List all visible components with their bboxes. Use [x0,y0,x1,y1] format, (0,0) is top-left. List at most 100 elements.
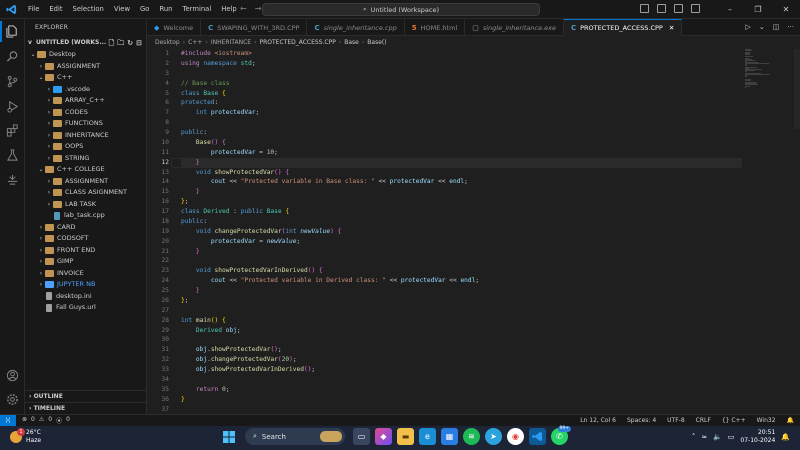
menu-help[interactable]: Help [216,0,242,19]
tree-item-label: OOPS [65,142,84,150]
tree-item[interactable]: › INVOICE [25,268,146,280]
close-tab-icon[interactable]: ✕ [669,24,674,32]
back-arrow-icon[interactable]: ← [240,4,247,13]
tree-item[interactable]: › STRING [25,153,146,165]
breadcrumb-item[interactable]: Base [344,39,359,46]
new-file-icon[interactable]: 🗋 [109,37,115,49]
tree-item[interactable]: lab_task.cpp [25,210,146,222]
spotify-icon[interactable]: ≋ [463,428,480,445]
code-editor[interactable]: 1 2 3 4 5 6 7 8 9 10 11 12 13 14 15 16 17 18 19 20 21 22 23 24 2… [147,49,800,414]
tree-item[interactable]: › .vscode [25,84,146,96]
tree-item[interactable]: ⌄ Desktop [25,49,146,61]
tree-item[interactable]: ⌄ C++ COLLEGE [25,164,146,176]
tree-item[interactable]: › GIMP [25,256,146,268]
refresh-icon[interactable]: ↻ [127,37,133,49]
clock[interactable]: 20:51 07-10-2024 [740,429,775,445]
more-actions-icon[interactable]: ··· [787,23,794,31]
breadcrumb-item[interactable]: PROTECTED_ACCESS.CPP [260,39,336,46]
testing-icon[interactable] [5,148,20,163]
tree-item[interactable]: › FUNCTIONS [25,118,146,130]
tree-item[interactable]: › OOPS [25,141,146,153]
tray-chevron-up-icon[interactable]: ˄ [692,433,696,441]
menu-file[interactable]: File [23,0,44,19]
edge-browser-icon[interactable]: e [419,428,436,445]
taskbar-search[interactable]: ⌕ Search [245,428,345,445]
outline-section[interactable]: › OUTLINE [25,390,147,402]
microsoft-store-icon[interactable]: ▦ [441,428,458,445]
weather-widget[interactable]: 1 26°C Haze [10,428,41,445]
whatsapp-icon[interactable]: ✆ 99+ [551,426,571,445]
tree-item[interactable]: › CODSOFT [25,233,146,245]
copilot-icon[interactable]: ◆ [375,428,392,445]
editor-tab[interactable]: C PROTECTED_ACCESS.CPP ✕ [563,19,683,36]
tree-item[interactable]: › INHERITANCE [25,130,146,142]
tree-item[interactable]: › CODES [25,107,146,119]
minimap[interactable] [745,49,793,89]
forward-arrow-icon[interactable]: → [255,4,262,13]
maximize-icon[interactable]: ❐ [744,0,772,19]
workspace-header[interactable]: v UNTITLED (WORKS... 🗋 🗀 ↻ ⊟ [25,37,146,49]
editor-tab[interactable]: ▢ single_inheritance.exe [465,19,564,36]
tree-item[interactable]: › CLASS ASIGNMENT [25,187,146,199]
chevron-down-icon[interactable]: ⌄ [759,23,765,31]
explorer-icon[interactable] [0,21,20,42]
remote-indicator-icon[interactable]: ⟩⟨ [0,414,16,427]
breadcrumb-item[interactable]: C++ [188,39,202,46]
file-explorer-icon[interactable]: ▬ [397,428,414,445]
collapse-all-icon[interactable]: ⊟ [136,37,142,49]
menu-view[interactable]: View [109,0,135,19]
account-icon[interactable] [5,368,20,383]
search-icon[interactable] [5,49,20,64]
tree-item[interactable]: › FRONT END [25,245,146,257]
wifi-icon[interactable]: ≈ [701,433,707,441]
tree-item[interactable]: Fall Guys.url [25,302,146,314]
tree-item[interactable]: › ASSIGNMENT [25,176,146,188]
editor-tab[interactable]: 5 HOME.html [405,19,466,36]
tree-item[interactable]: ⌄ C++ [25,72,146,84]
tree-item[interactable]: desktop.ini [25,291,146,303]
toggle-secondary-sidebar-icon[interactable] [674,4,683,13]
command-center-search[interactable]: ⌕ Untitled (Workspace) [262,3,540,16]
remote-explorer-icon[interactable] [5,172,20,187]
tree-item[interactable]: › ASSIGNMENT [25,61,146,73]
tree-item[interactable]: › LAB TASK [25,199,146,211]
tree-item[interactable]: › ARRAY_C++ [25,95,146,107]
extensions-icon[interactable] [5,123,20,138]
menu-terminal[interactable]: Terminal [178,0,217,19]
notification-center-icon[interactable]: 🔔 [781,433,790,441]
menu-go[interactable]: Go [135,0,154,19]
telegram-icon[interactable]: ➤ [485,428,502,445]
editor-tab[interactable]: ◆ Welcome [147,19,202,36]
minimize-icon[interactable]: – [716,0,744,19]
editor-tab[interactable]: C SWAPING_WITH_3RD.CPP [201,19,308,36]
problems-indicator[interactable]: ⊗ 0 ⚠ 0 ⦿ 0 [22,416,70,425]
tree-item[interactable]: › CARD [25,222,146,234]
volume-icon[interactable]: 🔈 [713,433,722,441]
customize-layout-icon[interactable] [691,4,700,13]
vscode-taskbar-icon[interactable] [529,428,546,445]
run-debug-icon[interactable] [5,99,20,114]
timeline-section[interactable]: › TIMELINE [25,402,147,414]
menu-run[interactable]: Run [154,0,177,19]
battery-icon[interactable]: ▭ [728,433,735,441]
chrome-icon[interactable]: ◉ [507,428,524,445]
code-content[interactable]: #include <iostream> using namespace std;… [181,49,741,414]
menu-edit[interactable]: Edit [44,0,67,19]
run-icon[interactable]: ▷ [745,23,750,31]
windows-start-icon[interactable] [220,428,237,445]
breadcrumb-item[interactable]: INHERITANCE [211,39,251,46]
toggle-panel-icon[interactable] [657,4,666,13]
tree-item[interactable]: › JUPYTER NB [25,279,146,291]
source-control-icon[interactable] [5,74,20,89]
toggle-sidebar-icon[interactable] [640,4,649,13]
split-editor-icon[interactable]: ◫ [773,23,780,31]
close-icon[interactable]: ✕ [772,0,800,19]
editor-tab[interactable]: Csingle_inheritance.cpp [307,19,405,36]
menu-selection[interactable]: Selection [68,0,109,19]
breadcrumb-item[interactable]: Desktop [155,39,180,46]
new-folder-icon[interactable]: 🗀 [117,37,124,49]
scrollbar[interactable] [794,49,800,129]
task-view-icon[interactable]: ▭ [353,428,370,445]
breadcrumb-item[interactable]: Base() [367,39,386,46]
settings-gear-icon[interactable] [5,392,20,407]
